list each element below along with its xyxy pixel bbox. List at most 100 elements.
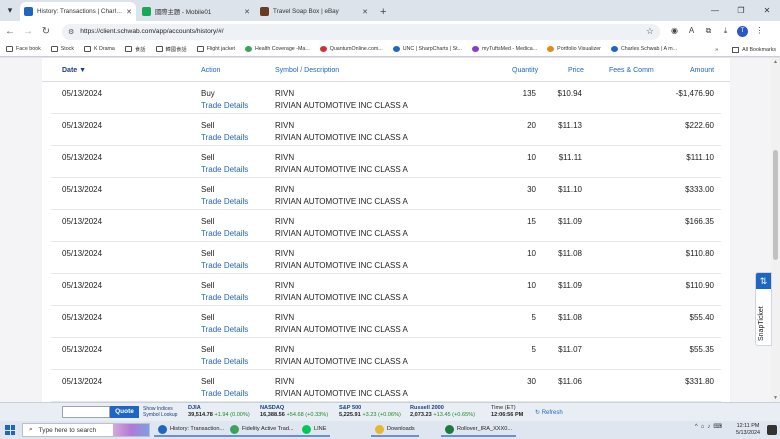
table-row: 05/13/2024 Sell Trade Details RIVN RIVIAN AU… <box>51 178 721 210</box>
symbol-cell: RIVN <box>275 377 295 386</box>
quantity-cell: 10 <box>527 153 536 162</box>
table-row: 05/13/2024 Sell Trade Details RIVN RIVIAN AU… <box>51 242 721 274</box>
tab-close-icon[interactable]: ✕ <box>126 8 132 16</box>
page-scrollbar[interactable]: ▲ ▼ <box>771 58 780 402</box>
header-date[interactable]: Date ▼ <box>62 67 86 74</box>
refresh-button[interactable]: ↻ Refresh <box>535 409 563 416</box>
app-icon <box>445 424 454 434</box>
back-arrow-icon[interactable]: ← <box>2 26 18 37</box>
taskbar-app[interactable]: History: Transaction... <box>154 423 229 437</box>
minimize-button[interactable]: — <box>702 0 728 21</box>
downloads-icon[interactable]: ⤓ <box>717 26 734 37</box>
close-window-button[interactable]: ✕ <box>754 0 780 21</box>
keyboard-icon[interactable]: ⌨ <box>713 423 722 430</box>
header-price[interactable]: Price <box>568 67 584 74</box>
taskbar-app[interactable]: Fidelity Active Trad... <box>226 423 298 437</box>
bookmark-charles-schwab[interactable]: Charles Schwab | A m... <box>610 46 677 52</box>
trade-details-link[interactable]: Trade Details <box>201 133 248 142</box>
quantity-cell: 10 <box>527 281 536 290</box>
tab-search-icon[interactable]: ▾ <box>0 0 20 21</box>
all-bookmarks-button[interactable]: » All Bookmarks <box>711 42 776 56</box>
forward-arrow-icon[interactable]: → <box>20 26 36 37</box>
maximize-button[interactable]: ❐ <box>728 0 754 21</box>
quote-symbol-input[interactable] <box>62 406 110 418</box>
snap-ticket-label: SnapTicket <box>758 306 765 341</box>
taskbar-app[interactable]: Downloads <box>371 423 419 437</box>
site-favicon-icon <box>392 46 400 52</box>
symbol-lookup-link[interactable]: Symbol Lookup <box>143 412 177 418</box>
taskbar-app[interactable]: LINE <box>298 423 331 437</box>
tab-strip: ▾ History: Transactions | Charles Sch ✕ … <box>0 0 780 21</box>
header-symbol[interactable]: Symbol / Description <box>275 67 339 74</box>
bookmark-k-drama[interactable]: K Drama <box>83 46 115 52</box>
bookmark-korean-food[interactable]: 韓國食話 <box>155 45 187 53</box>
system-tray: ^ ⌂ ♪ ⌨ <box>692 423 722 431</box>
snap-ticket-icon[interactable]: ⇅ <box>756 273 771 289</box>
bookmark-portfolio-visualizer[interactable]: Portfolio Visualizer <box>547 46 601 52</box>
bookmark-label: 食話 <box>134 47 146 53</box>
tab-close-icon[interactable]: ✕ <box>362 8 368 16</box>
trade-details-link[interactable]: Trade Details <box>201 261 248 270</box>
bookmark-food-talk[interactable]: 食話 <box>124 45 146 53</box>
date-cell: 05/13/2024 <box>62 153 103 162</box>
snap-ticket-widget[interactable]: ⇅ SnapTicket <box>755 272 772 346</box>
windows-start-icon[interactable] <box>5 425 15 435</box>
tray-chevron-icon[interactable]: ^ <box>695 424 698 430</box>
scroll-down-icon[interactable]: ▼ <box>771 394 780 402</box>
notification-icon[interactable] <box>767 425 777 435</box>
bookmark-flight-jacket[interactable]: Flight jacket <box>196 46 235 52</box>
description-cell: RIVIAN AUTOMOTIVE INC CLASS A <box>275 133 408 142</box>
taskbar-search-box[interactable]: ⌕ Type here to search <box>22 423 150 437</box>
taskbar-app[interactable]: Rollover_IRA_XXX0... <box>441 423 517 437</box>
bookmark-sharpcharts[interactable]: UNC | SharpCharts | St... <box>392 46 462 52</box>
header-fees[interactable]: Fees & Comm <box>609 67 654 74</box>
app-label: Fidelity Active Trad... <box>242 426 294 432</box>
tab-close-icon[interactable]: ✕ <box>244 8 250 16</box>
trade-details-link[interactable]: Trade Details <box>201 389 248 398</box>
scroll-thumb[interactable] <box>773 150 778 260</box>
tab-mobile01[interactable]: 國際主題 - Mobile01 ✕ <box>138 2 254 21</box>
trade-details-link[interactable]: Trade Details <box>201 165 248 174</box>
bookmark-health-coverage[interactable]: Health Coverage -Ma... <box>244 46 310 52</box>
header-amount[interactable]: Amount <box>690 67 714 74</box>
network-icon[interactable]: ⌂ <box>701 424 705 430</box>
reload-icon[interactable]: ↻ <box>38 26 54 37</box>
action-cell: Sell <box>201 313 215 322</box>
symbol-cell: RIVN <box>275 153 295 162</box>
quote-button[interactable]: Quote <box>110 406 139 418</box>
date-cell: 05/13/2024 <box>62 377 103 386</box>
header-quantity[interactable]: Quantity <box>512 67 538 74</box>
date-cell: 05/13/2024 <box>62 249 103 258</box>
site-info-icon[interactable]: ⚙ <box>68 28 74 36</box>
scroll-up-icon[interactable]: ▲ <box>771 58 780 66</box>
read-aloud-icon[interactable]: A <box>683 26 700 37</box>
header-action[interactable]: Action <box>201 67 220 74</box>
tab-ebay[interactable]: Travel Soap Box | eBay ✕ <box>256 2 372 21</box>
volume-icon[interactable]: ♪ <box>707 424 710 430</box>
trade-details-link[interactable]: Trade Details <box>201 293 248 302</box>
trade-details-link[interactable]: Trade Details <box>201 197 248 206</box>
menu-kebab-icon[interactable]: ⋮ <box>751 26 768 37</box>
taskbar-clock[interactable]: 12:11 PM 5/13/2024 <box>736 423 760 437</box>
trade-details-link[interactable]: Trade Details <box>201 101 248 110</box>
extensions-puzzle-icon[interactable]: ⧉ <box>700 26 717 37</box>
site-favicon-icon <box>610 46 618 52</box>
bookmark-star-icon[interactable]: ☆ <box>646 26 654 37</box>
tab-schwab-history[interactable]: History: Transactions | Charles Sch ✕ <box>20 2 136 21</box>
extension-icon[interactable]: ◉ <box>666 26 683 37</box>
chevron-right-icon[interactable]: » <box>715 47 718 53</box>
ebay-favicon-icon <box>260 7 269 16</box>
bookmark-mytuftsmed[interactable]: myTuftsMed - Medica... <box>472 46 537 52</box>
trade-details-link[interactable]: Trade Details <box>201 325 248 334</box>
bookmark-facebook[interactable]: Face book <box>6 46 41 52</box>
profile-avatar[interactable]: T <box>737 26 748 37</box>
table-header: Date ▼ Action Symbol / Description Quant… <box>42 58 730 82</box>
trade-details-link[interactable]: Trade Details <box>201 357 248 366</box>
address-bar[interactable]: ⚙ https://client.schwab.com/app/accounts… <box>62 23 660 40</box>
bookmark-stock[interactable]: Stock <box>50 46 74 52</box>
bookmark-label: Health Coverage -Ma... <box>254 46 310 52</box>
tab-label: Travel Soap Box | eBay <box>273 8 339 15</box>
trade-details-link[interactable]: Trade Details <box>201 229 248 238</box>
new-tab-button[interactable]: + <box>374 2 392 21</box>
bookmark-quantumonline[interactable]: QuantumOnline.com... <box>319 46 383 52</box>
